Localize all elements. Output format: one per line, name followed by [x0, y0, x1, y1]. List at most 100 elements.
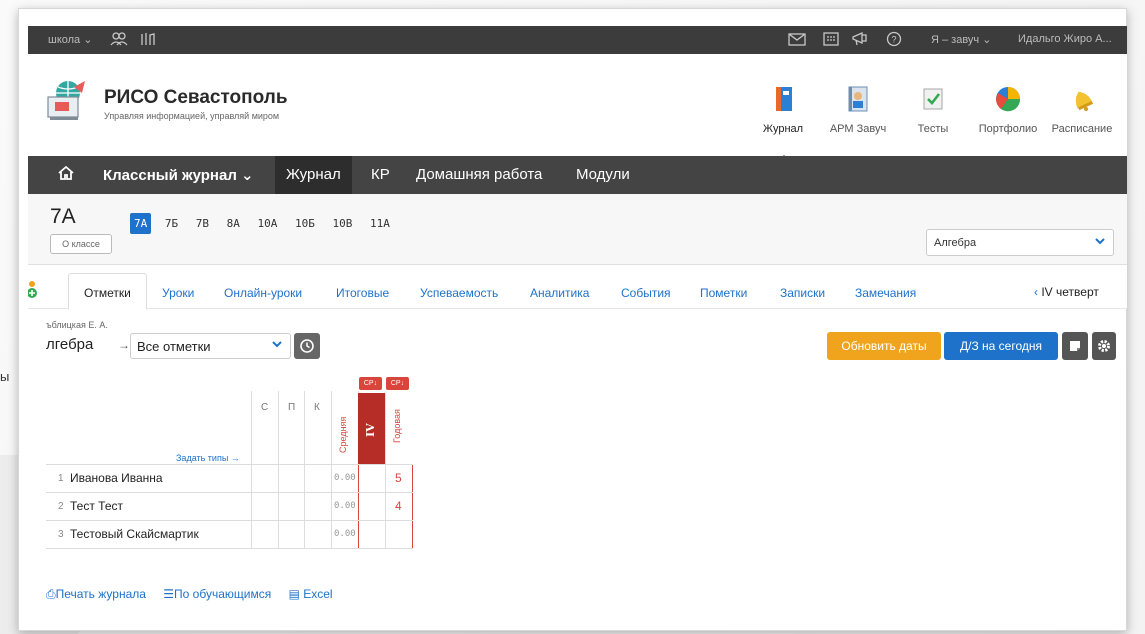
app-vice-principal[interactable]: АРМ Завуч: [826, 84, 890, 135]
year-grade[interactable]: 4: [395, 499, 402, 513]
app-schedule-label: Расписание: [1051, 123, 1113, 135]
tab-analytics[interactable]: Аналитика: [530, 286, 589, 300]
tab-online-lessons[interactable]: Онлайн-уроки: [224, 286, 302, 300]
col-year-header: Годовая: [392, 409, 402, 443]
class-bar: 7А О классе 7А 7Б 7В 8А 10А 10Б 10В 11А …: [28, 194, 1127, 265]
tab-memos[interactable]: Записки: [780, 286, 825, 300]
student-name[interactable]: Тестовый Скайсмартик: [70, 527, 199, 541]
home-icon[interactable]: [58, 165, 74, 185]
tab-remarks[interactable]: Замечания: [855, 286, 916, 300]
vice-principal-icon: [843, 84, 873, 114]
current-class-title: 7А: [50, 205, 76, 228]
user-menu[interactable]: Идальго Жиро А...: [1018, 33, 1112, 45]
help-icon[interactable]: ?: [886, 31, 902, 50]
tab-notes[interactable]: Пометки: [700, 286, 747, 300]
role-menu[interactable]: Я – завуч ⌄: [931, 33, 991, 46]
class-pill-10v[interactable]: 10В: [329, 213, 357, 234]
print-journal-link[interactable]: ⎙Печать журнала: [46, 587, 146, 601]
nav-class-journal[interactable]: Классный журнал ⌄: [103, 166, 254, 184]
app-schedule[interactable]: Расписание: [1049, 84, 1115, 135]
arrow-icon: →: [118, 338, 130, 352]
note-icon: [1062, 341, 1088, 363]
app-portfolio[interactable]: Портфолио: [977, 84, 1039, 135]
quarter-label: IV четверт: [1041, 285, 1099, 299]
cp-button-iv[interactable]: СР↓: [359, 377, 382, 390]
app-tests-label: Тесты: [917, 123, 949, 135]
print-icon: ⎙: [46, 587, 56, 601]
col-iv-header[interactable]: IV: [358, 393, 385, 464]
class-pill-10b[interactable]: 10Б: [291, 213, 319, 234]
app-portfolio-label: Портфолио: [978, 123, 1038, 135]
print-journal-label: Печать журнала: [55, 587, 146, 601]
excel-file-icon: ▤: [288, 587, 304, 601]
col-avg-header: Средняя: [338, 416, 348, 453]
megaphone-icon[interactable]: [851, 31, 869, 49]
update-dates-button[interactable]: Обновить даты: [827, 332, 941, 360]
school-menu[interactable]: школа ⌄: [48, 33, 92, 46]
by-student-link[interactable]: ☰По обучающимся: [163, 587, 271, 601]
row-divider: [46, 464, 413, 465]
class-pill-11a[interactable]: 11А: [366, 213, 394, 234]
class-pill-7v[interactable]: 7В: [192, 213, 213, 234]
app-tests[interactable]: Тесты: [914, 84, 952, 135]
student-average: 0.00: [334, 529, 356, 539]
journal-icon: [768, 84, 798, 114]
app-journal[interactable]: Журнал: [760, 84, 806, 135]
main-nav: Классный журнал ⌄ Журнал КР Домашняя раб…: [28, 156, 1127, 194]
chevron-down-icon: [271, 338, 283, 353]
calendar-icon[interactable]: [823, 31, 839, 49]
library-icon[interactable]: [140, 31, 156, 49]
col-iv-label: IV: [364, 423, 377, 437]
quarter-nav[interactable]: ‹ IV четверт: [1034, 285, 1099, 299]
about-class-button[interactable]: О классе: [50, 234, 112, 254]
row-number: 1: [58, 473, 64, 484]
marks-filter-select[interactable]: Все отметки: [130, 333, 291, 359]
tab-marks[interactable]: Отметки: [68, 273, 147, 310]
tests-icon: [918, 84, 948, 114]
class-pill-7a[interactable]: 7А: [130, 213, 152, 234]
add-icon[interactable]: [27, 278, 38, 300]
portfolio-icon: [993, 84, 1023, 114]
student-name[interactable]: Иванова Иванна: [70, 471, 163, 485]
col-divider: [278, 391, 279, 549]
hw-today-button[interactable]: Д/З на сегодня: [944, 332, 1058, 360]
tab-finals[interactable]: Итоговые: [336, 286, 389, 300]
list-icon: ☰: [163, 587, 175, 601]
brand-title[interactable]: РИСО Севастополь: [104, 87, 288, 109]
tab-lessons[interactable]: Уроки: [162, 286, 194, 300]
class-pill-7b[interactable]: 7Б: [161, 213, 182, 234]
settings-button[interactable]: [1092, 332, 1116, 360]
excel-link[interactable]: ▤ Excel: [289, 587, 333, 601]
set-types-link[interactable]: Задать типы →: [176, 453, 240, 463]
cp-button-year[interactable]: СР↓: [386, 377, 409, 390]
col-divider: [304, 391, 305, 549]
class-pill-8a[interactable]: 8А: [223, 213, 244, 234]
col-k-header: К: [314, 402, 320, 413]
notes-button[interactable]: [1062, 332, 1088, 360]
class-pills: 7А 7Б 7В 8А 10А 10Б 10В 11А: [130, 213, 397, 234]
mail-icon[interactable]: [788, 31, 806, 49]
gradebook-table: С П К Средняя СР↓ СР↓ IV Годовая Задать …: [46, 373, 413, 549]
nav-homework[interactable]: Домашняя работа: [416, 166, 542, 183]
student-average: 0.00: [334, 501, 356, 511]
nav-modules[interactable]: Модули: [576, 166, 630, 183]
row-number: 2: [58, 501, 64, 512]
app-vice-principal-label: АРМ Завуч: [829, 123, 887, 135]
app-journal-label: Журнал: [762, 123, 804, 135]
top-bar: школа ⌄ ? Я – завуч ⌄ Идальго Жиро А...: [28, 26, 1127, 54]
tab-events[interactable]: События: [621, 286, 671, 300]
nav-journal[interactable]: Журнал: [275, 156, 352, 194]
class-pill-10a[interactable]: 10А: [254, 213, 282, 234]
history-clock-button[interactable]: [294, 333, 320, 359]
stray-char: ы: [0, 369, 10, 384]
users-icon[interactable]: [110, 31, 128, 49]
nav-kr[interactable]: КР: [371, 166, 390, 183]
year-grade[interactable]: 5: [395, 471, 402, 485]
subject-title: лгебра: [46, 336, 94, 353]
svg-text:?: ?: [891, 35, 896, 45]
chevron-down-icon: [1094, 235, 1106, 250]
row-number: 3: [58, 529, 64, 540]
subject-select[interactable]: Алгебра: [926, 229, 1114, 256]
student-name[interactable]: Тест Тест: [70, 499, 123, 513]
tab-performance[interactable]: Успеваемость: [420, 286, 498, 300]
